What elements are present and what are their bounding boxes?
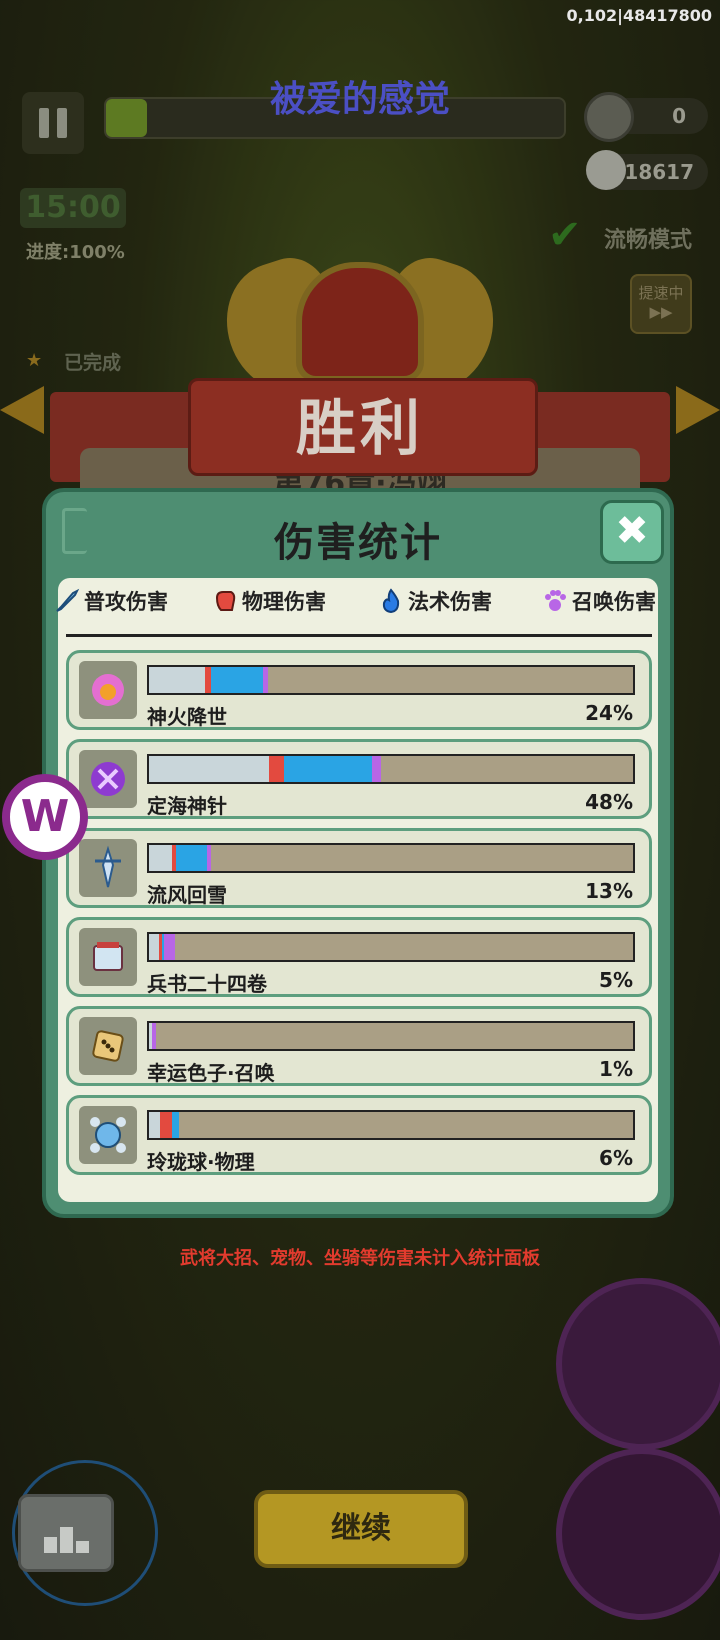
sword-icon	[56, 588, 80, 612]
paw-icon	[545, 590, 566, 611]
damage-percent: 6%	[599, 1146, 633, 1170]
damage-row: 神火降世 24%	[66, 650, 652, 730]
skill-slot-top[interactable]	[556, 1278, 720, 1450]
bar-segment-basic	[149, 756, 270, 782]
legend-physical-label: 物理伤害	[242, 590, 326, 614]
fist-icon	[215, 591, 236, 611]
skill-slot-bottom[interactable]	[556, 1448, 720, 1620]
legend-basic: 普攻伤害	[54, 586, 168, 616]
bar-segment-phys	[159, 1112, 172, 1138]
legend-divider	[66, 634, 652, 637]
skill-name: 玲珑球·物理	[147, 1150, 255, 1174]
check-icon: ✔	[548, 212, 582, 258]
damage-percent: 48%	[585, 790, 633, 814]
coin-icon	[584, 92, 634, 142]
damage-bar	[147, 932, 635, 962]
skill-name: 流风回雪	[147, 883, 227, 907]
damage-row: 幸运色子·召唤 1%	[66, 1006, 652, 1086]
war-book-icon	[79, 928, 137, 986]
bar-segment-basic	[149, 1112, 160, 1138]
snow-blade-icon	[79, 839, 137, 897]
damage-row: 流风回雪 13%	[66, 828, 652, 908]
bar-segment-summon	[371, 756, 382, 782]
legend-magic-label: 法术伤害	[408, 590, 492, 614]
legend-magic: 法术伤害	[378, 586, 492, 616]
damage-percent: 24%	[585, 701, 633, 725]
progress-text: 进度:100%	[26, 242, 125, 263]
skill-name: 兵书二十四卷	[147, 972, 267, 996]
damage-row: 玲珑球·物理 6%	[66, 1095, 652, 1175]
user-id-text: 0,102|48417800	[566, 6, 712, 25]
fire-flower-icon	[79, 661, 137, 719]
damage-bar	[147, 843, 635, 873]
speed-up-button[interactable]: 提速中 ▶▶	[630, 274, 692, 334]
bar-segment-summon	[263, 667, 269, 693]
timer: 15:00	[20, 188, 126, 228]
purple-orb-icon	[79, 750, 137, 808]
podium-icon	[43, 1537, 57, 1553]
star-icon: ★	[26, 350, 43, 371]
skill-name: 定海神针	[147, 794, 227, 818]
bar-segment-magic	[175, 845, 208, 871]
damage-bar	[147, 1021, 635, 1051]
victory-title: 胜利	[296, 394, 424, 464]
completed-label: 已完成	[64, 352, 122, 374]
bar-segment-magic	[283, 756, 372, 782]
legend-physical: 物理伤害	[212, 586, 326, 616]
bar-segment-summon	[164, 934, 176, 960]
crystal-ball-icon	[79, 1106, 137, 1164]
panel-title: 伤害统计	[274, 520, 442, 566]
damage-bar	[147, 665, 635, 695]
damage-percent: 1%	[599, 1057, 633, 1081]
bar-segment-basic	[149, 845, 173, 871]
damage-row: 定海神针 48%	[66, 739, 652, 819]
damage-bar	[147, 1110, 635, 1140]
w-logo-icon: W	[2, 774, 88, 860]
damage-legend: 普攻伤害 物理伤害 法术伤害 召唤伤害	[0, 586, 720, 626]
skull-icon	[586, 150, 626, 190]
bar-segment-basic	[149, 934, 159, 960]
legend-summon: 召唤伤害	[542, 586, 656, 616]
stats-footnote: 武将大招、宠物、坐骑等伤害未计入统计面板	[180, 1248, 540, 1269]
damage-percent: 13%	[585, 879, 633, 903]
damage-row: 兵书二十四卷 5%	[66, 917, 652, 997]
ranking-button[interactable]	[18, 1494, 114, 1572]
bar-segment-summon	[151, 1023, 156, 1049]
continue-button[interactable]: 继续	[254, 1490, 468, 1568]
helmet-emblem-icon	[296, 262, 424, 382]
fast-forward-icon: ▶▶	[649, 303, 673, 321]
damage-bar	[147, 754, 635, 784]
close-icon: ✖	[615, 508, 649, 554]
bar-segment-phys	[269, 756, 284, 782]
close-button[interactable]: ✖	[600, 500, 664, 564]
flame-icon	[382, 588, 400, 614]
legend-basic-label: 普攻伤害	[84, 590, 168, 614]
skill-name: 幸运色子·召唤	[147, 1061, 275, 1085]
bar-segment-summon	[207, 845, 211, 871]
damage-percent: 5%	[599, 968, 633, 992]
bar-segment-basic	[149, 667, 205, 693]
smooth-mode-toggle[interactable]: 流畅模式	[604, 222, 692, 254]
legend-summon-label: 召唤伤害	[572, 590, 656, 614]
dice-icon	[79, 1017, 137, 1075]
skill-name: 神火降世	[147, 705, 227, 729]
speed-up-label: 提速中	[638, 284, 684, 302]
bar-segment-magic	[171, 1112, 179, 1138]
bar-segment-magic	[210, 667, 264, 693]
